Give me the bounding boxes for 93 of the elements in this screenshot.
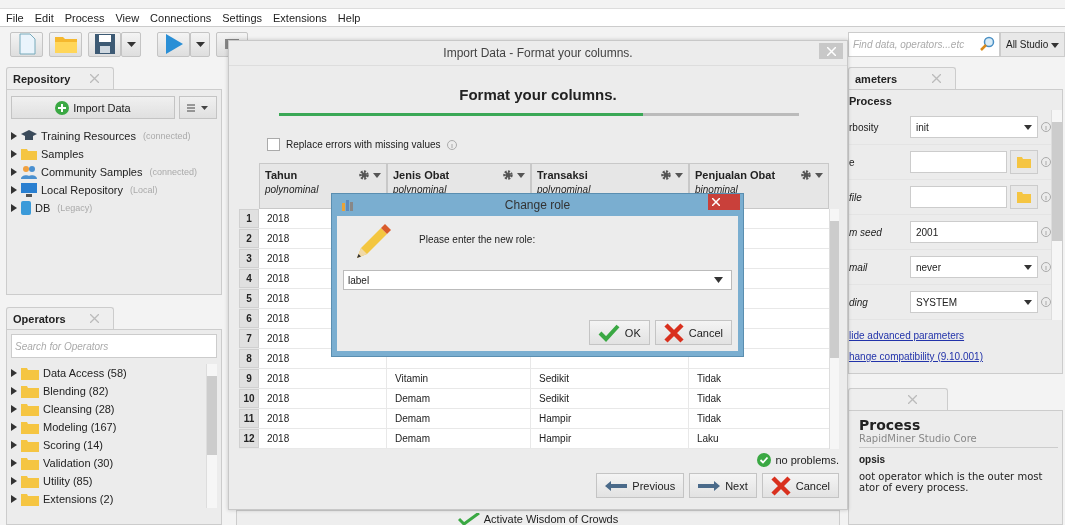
- repository-tab[interactable]: Repository: [6, 67, 114, 89]
- tree-item[interactable]: DB (Legacy): [11, 199, 217, 217]
- previous-button[interactable]: Previous: [596, 473, 685, 498]
- parameter-label: mail: [849, 261, 869, 273]
- table-cell: Hampir: [539, 413, 572, 424]
- table-cell: 2018: [267, 433, 290, 444]
- tree-item[interactable]: Cleansing (28): [11, 400, 206, 418]
- table-cell: 2018: [267, 413, 290, 424]
- table-cell: Laku: [697, 433, 719, 444]
- menu-item[interactable]: Extensions: [273, 11, 327, 24]
- table-cell: 2018: [267, 313, 290, 324]
- role-dropdown[interactable]: label: [343, 270, 732, 290]
- table-cell: Tidak: [697, 393, 722, 404]
- parameters-tab[interactable]: ameters: [848, 67, 956, 89]
- tree-item[interactable]: Validation (30): [11, 454, 206, 472]
- table-cell: Tidak: [697, 373, 722, 384]
- table-cell: 2018: [267, 213, 290, 224]
- ok-button[interactable]: OK: [588, 320, 650, 345]
- menu-item[interactable]: Edit: [34, 11, 54, 24]
- table-cell: Demam: [395, 433, 430, 444]
- cancel-button[interactable]: Cancel: [761, 473, 839, 498]
- link[interactable]: hange compatibility (9.10.001): [849, 351, 1062, 362]
- table-cell: Sedikit: [539, 393, 569, 404]
- tree-item[interactable]: Extensions (2): [11, 490, 206, 508]
- menu-item[interactable]: Process: [64, 11, 105, 24]
- tree-item[interactable]: Samples: [11, 145, 217, 163]
- table-cell: Hampir: [539, 433, 572, 444]
- table-cell: 2018: [267, 353, 290, 364]
- table-cell: 2018: [267, 373, 290, 384]
- help-text: ator of every process.: [859, 482, 970, 493]
- tree-item[interactable]: Utility (85): [11, 472, 206, 490]
- tree-item[interactable]: Blending (82): [11, 382, 206, 400]
- checkbox-label[interactable]: Replace errors with missing values: [286, 139, 441, 150]
- table-cell: 2018: [267, 273, 290, 284]
- dialog-title: Import Data - Format your columns.: [443, 46, 633, 60]
- parameter-dropdown[interactable]: init: [910, 116, 1038, 138]
- table-cell: 2018: [267, 393, 290, 404]
- row-number: 7: [239, 329, 259, 348]
- next-button[interactable]: Next: [689, 473, 757, 498]
- row-number: 12: [239, 429, 259, 448]
- table-cell: Vitamin: [395, 373, 429, 384]
- menu-item[interactable]: Settings: [222, 11, 262, 24]
- tree-item[interactable]: Training Resources (connected): [11, 127, 217, 145]
- menu-item[interactable]: View: [115, 11, 140, 24]
- scope-dropdown[interactable]: All Studio: [999, 31, 1065, 57]
- menu-item[interactable]: File: [6, 11, 24, 24]
- table-cell: 2018: [267, 233, 290, 244]
- table-cell: Sedikit: [539, 373, 569, 384]
- tree-item[interactable]: Modeling (167): [11, 418, 206, 436]
- tree-item[interactable]: Scoring (14): [11, 436, 206, 454]
- help-subtitle: RapidMiner Studio Core: [859, 433, 1058, 448]
- tree-item[interactable]: Local Repository (Local): [11, 181, 217, 199]
- row-number: 8: [239, 349, 259, 368]
- wisdom-label: Activate Wisdom of Crowds: [483, 513, 619, 525]
- row-number: 1: [239, 209, 259, 228]
- table-cell: Demam: [395, 393, 430, 404]
- operators-tab[interactable]: Operators: [6, 307, 114, 329]
- parameter-field[interactable]: 2001: [910, 221, 1038, 243]
- row-number: 3: [239, 249, 259, 268]
- parameter-label: e: [849, 156, 856, 168]
- parameter-label: m seed: [849, 226, 883, 238]
- step-heading: Format your columns.: [458, 86, 618, 103]
- process-heading: Process: [849, 94, 893, 109]
- section-heading: opsis: [859, 454, 887, 465]
- row-number: 11: [239, 409, 259, 428]
- menu-item[interactable]: Help: [337, 11, 361, 24]
- row-number: 10: [239, 389, 259, 408]
- table-cell: 2018: [267, 293, 290, 304]
- parameter-label: rbosity: [849, 121, 880, 133]
- tree-item[interactable]: Data Access (58): [11, 364, 206, 382]
- menu-item[interactable]: Connections: [150, 11, 212, 24]
- table-cell: Tidak: [697, 413, 722, 424]
- status-text: no problems.: [775, 454, 839, 466]
- table-cell: 2018: [267, 333, 290, 344]
- row-number: 6: [239, 309, 259, 328]
- prompt-text: Please enter the new role:: [419, 234, 536, 245]
- wisdom-bar[interactable]: Activate Wisdom of Crowds: [236, 510, 840, 525]
- table-cell: 2018: [267, 253, 290, 264]
- parameter-label: ding: [849, 296, 869, 308]
- parameter-dropdown[interactable]: never: [910, 256, 1038, 278]
- row-number: 9: [239, 369, 259, 388]
- help-text: oot operator which is the outer most: [859, 471, 1044, 482]
- link[interactable]: lide advanced parameters: [849, 330, 1062, 341]
- cancel-button[interactable]: Cancel: [654, 320, 732, 345]
- row-number: 4: [239, 269, 259, 288]
- table-cell: Demam: [395, 413, 430, 424]
- parameter-dropdown[interactable]: SYSTEM: [910, 291, 1038, 313]
- row-number: 5: [239, 289, 259, 308]
- parameter-label: file: [849, 191, 863, 203]
- import-data-button[interactable]: Import Data: [11, 96, 175, 119]
- row-number: 2: [239, 229, 259, 248]
- tree-item[interactable]: Community Samples (connected): [11, 163, 217, 181]
- help-title: Process: [859, 417, 922, 433]
